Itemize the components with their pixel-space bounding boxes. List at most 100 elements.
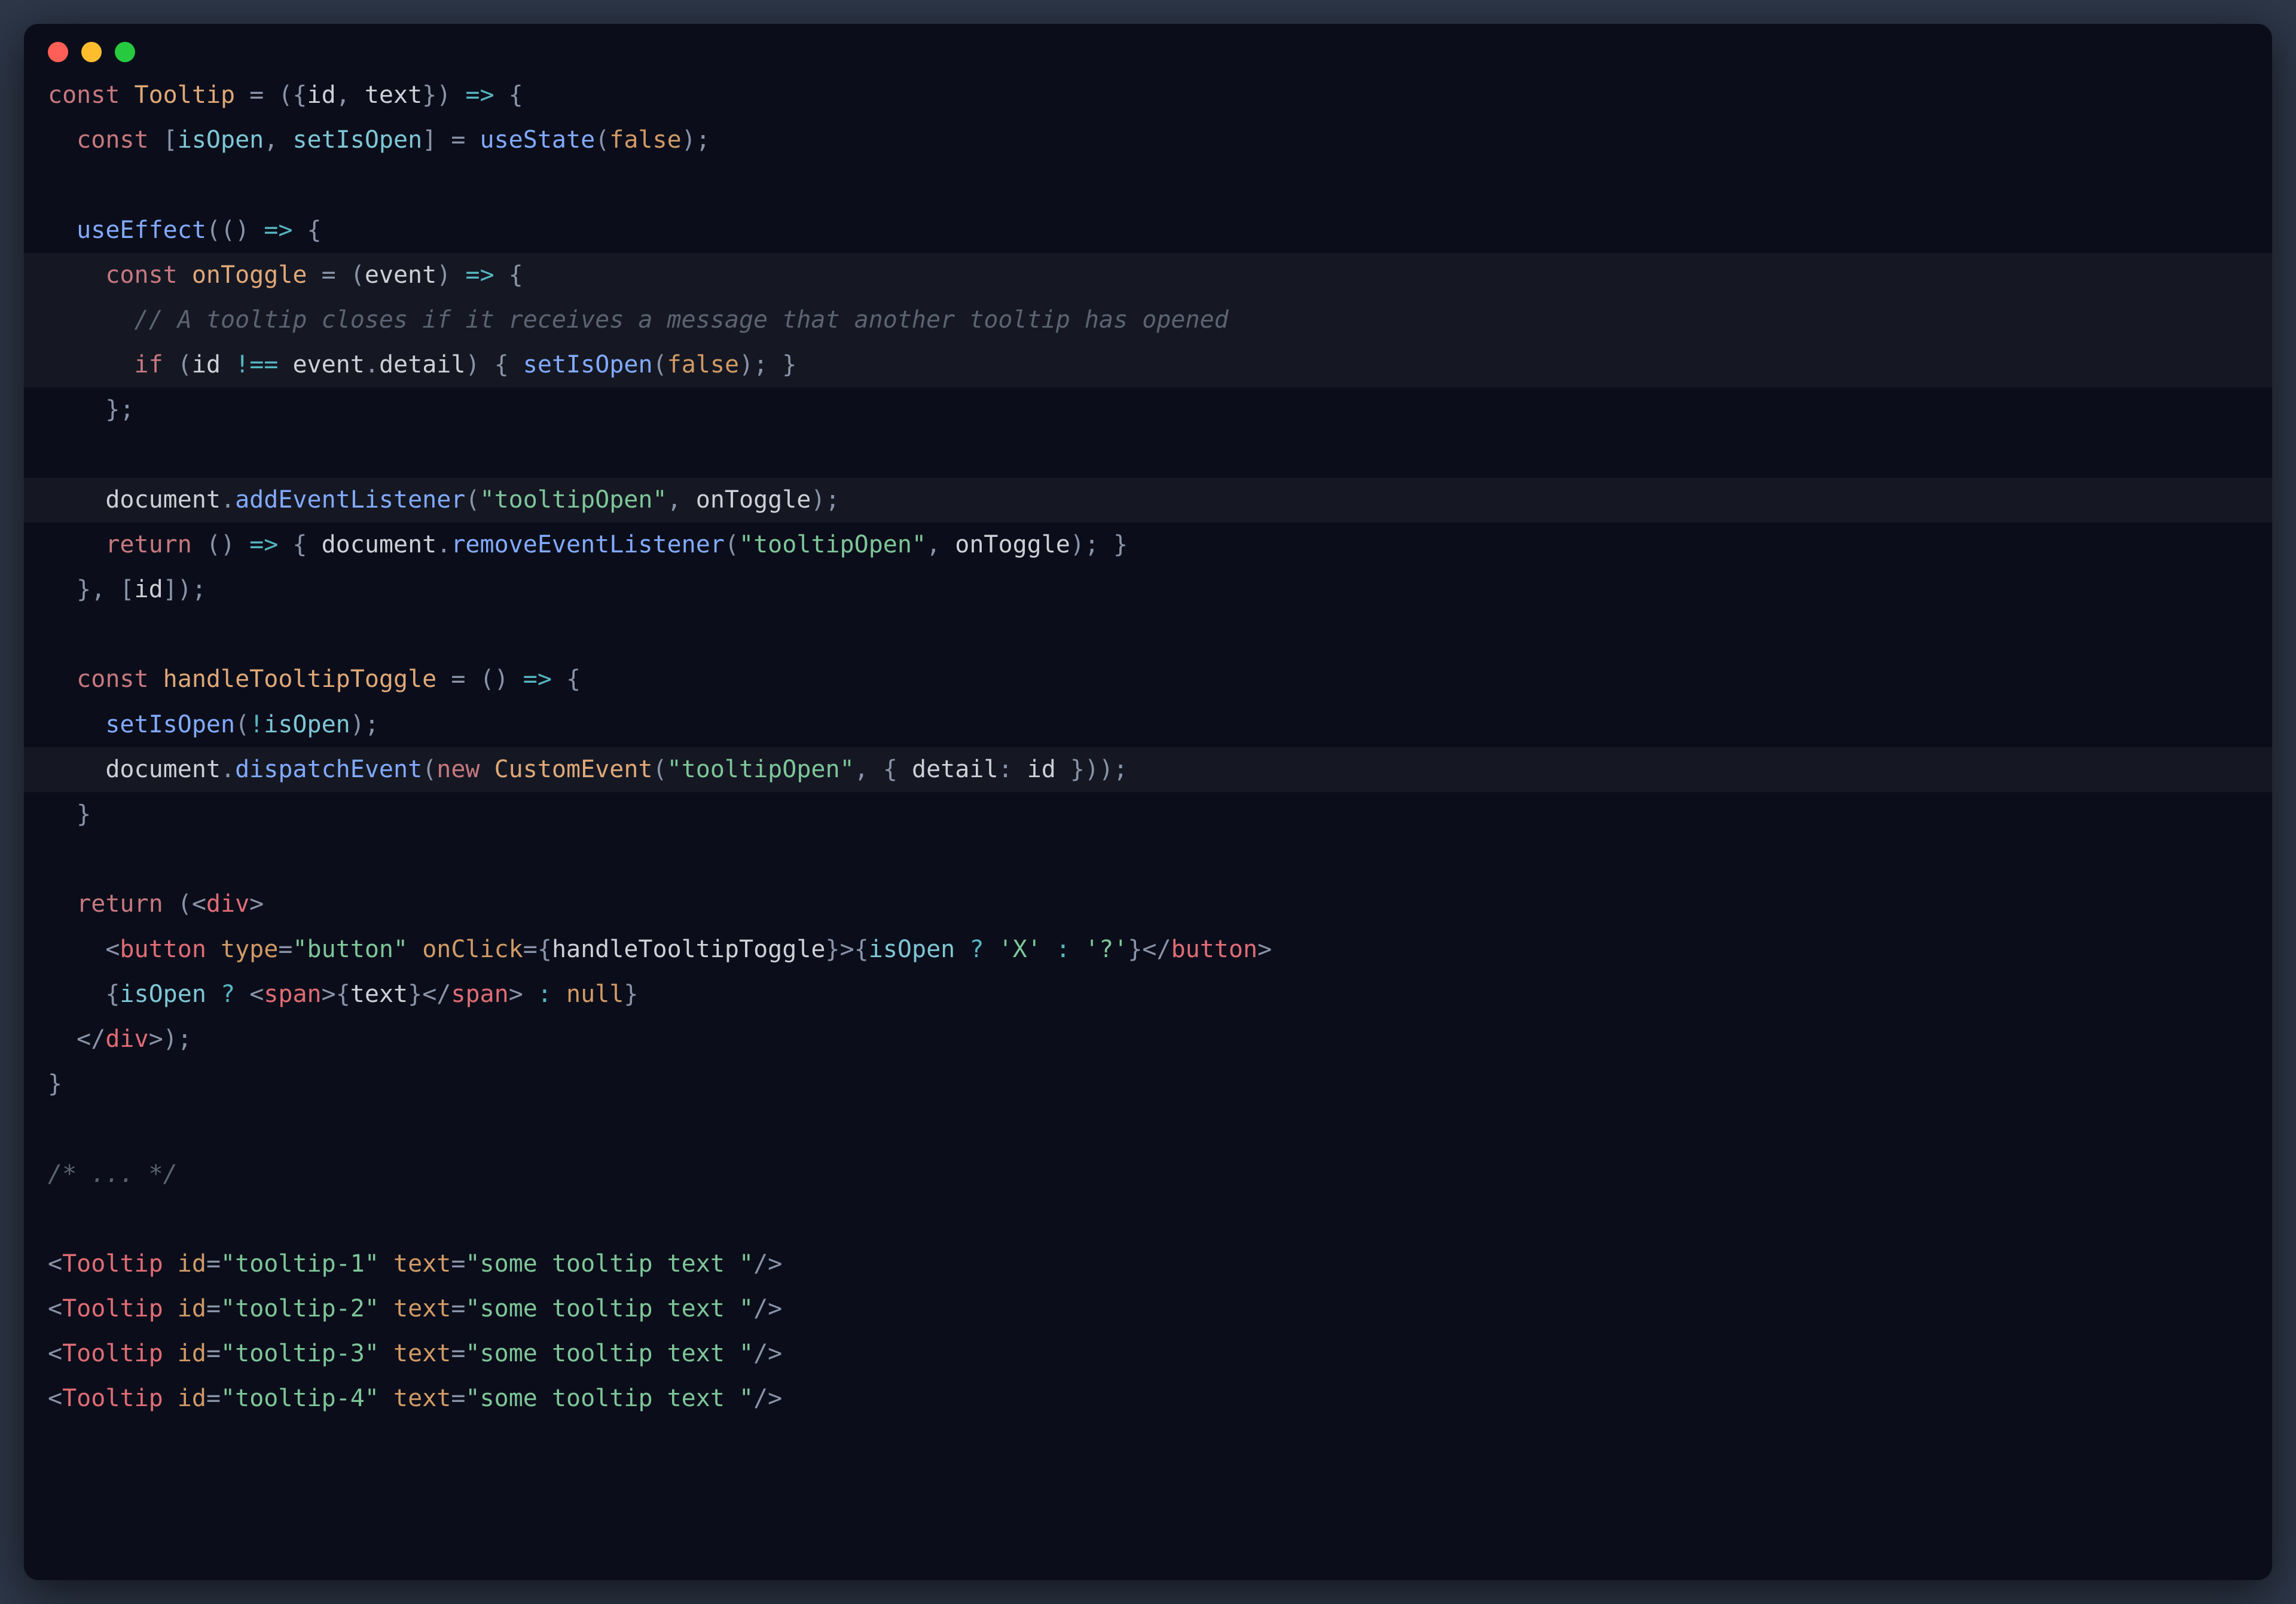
code-token	[206, 980, 221, 1008]
code-line: <button type="button" onClick={handleToo…	[24, 927, 2272, 972]
code-token: return	[77, 890, 178, 918]
code-token: <	[48, 1385, 62, 1412]
code-token: document	[322, 531, 437, 558]
code-token: text	[350, 980, 408, 1008]
code-token	[48, 711, 105, 738]
code-token: >	[249, 890, 264, 918]
code-token: )	[436, 261, 465, 289]
code-line: // A tooltip closes if it receives a mes…	[24, 298, 2272, 343]
code-token: </	[48, 1025, 105, 1053]
code-token: }	[48, 801, 91, 828]
code-token: , {	[854, 756, 912, 783]
code-token: text	[393, 1340, 451, 1367]
code-token: setIsOpen	[523, 351, 653, 378]
code-token	[48, 665, 77, 693]
code-line	[24, 612, 2272, 657]
code-token: onToggle	[192, 261, 307, 289]
code-token	[48, 126, 77, 154]
code-line	[24, 433, 2272, 478]
code-token: Tooltip	[135, 81, 236, 109]
code-token: ?	[969, 936, 984, 963]
code-token: onToggle	[955, 531, 1070, 558]
code-token: >);	[149, 1025, 192, 1053]
code-token: />	[753, 1295, 782, 1322]
code-token: Tooltip	[62, 1340, 163, 1367]
code-token: :	[1056, 936, 1070, 963]
zoom-icon[interactable]	[115, 42, 135, 62]
code-line: useEffect(() => {	[24, 208, 2272, 253]
code-window: const Tooltip = ({id, text}) => { const …	[24, 24, 2272, 1580]
code-token: ?	[221, 980, 235, 1008]
code-token	[552, 980, 566, 1008]
code-token: CustomEvent	[494, 756, 653, 783]
code-token: onClick	[422, 936, 523, 963]
code-token	[163, 1340, 178, 1367]
code-token: id	[192, 351, 221, 378]
close-icon[interactable]	[48, 42, 68, 62]
code-token: id	[178, 1385, 206, 1412]
code-line	[24, 837, 2272, 882]
code-token: =	[206, 1295, 221, 1322]
code-token: :	[998, 756, 1027, 783]
code-token: detail	[912, 756, 999, 783]
code-token: null	[566, 980, 624, 1008]
code-token: 'X'	[999, 936, 1042, 963]
code-token: '?'	[1085, 936, 1128, 963]
code-token: .	[436, 531, 451, 558]
code-token: "tooltip-3"	[221, 1340, 379, 1367]
code-token: />	[753, 1250, 782, 1278]
code-line: </div>);	[24, 1017, 2272, 1062]
code-token: {	[494, 81, 523, 109]
code-token: }</	[1128, 936, 1171, 963]
code-token: "some tooltip text "	[465, 1295, 753, 1322]
code-token: }));	[1056, 756, 1128, 783]
code-token: })	[422, 81, 465, 109]
code-token: isOpen	[869, 936, 955, 963]
code-token: .	[221, 486, 235, 514]
code-token: setIsOpen	[292, 126, 422, 154]
code-line: /* ... */	[24, 1152, 2272, 1197]
code-token	[163, 1250, 178, 1278]
code-token: isOpen	[178, 126, 264, 154]
code-token: if	[135, 351, 178, 378]
code-token: const	[77, 665, 163, 693]
code-token: (()	[206, 216, 264, 244]
code-line: return (<div>	[24, 882, 2272, 927]
code-line: }	[24, 1062, 2272, 1107]
code-token: "some tooltip text "	[465, 1385, 753, 1412]
minimize-icon[interactable]	[81, 42, 102, 62]
code-token: <	[48, 1295, 62, 1322]
code-token: >{	[322, 980, 350, 1008]
code-token: {	[292, 216, 321, 244]
code-token	[278, 351, 292, 378]
code-token: = ({	[235, 81, 307, 109]
code-line: <Tooltip id="tooltip-4" text="some toolt…	[24, 1376, 2272, 1421]
code-token: }	[48, 1070, 62, 1098]
code-line	[24, 1197, 2272, 1242]
code-token	[48, 756, 105, 783]
code-token: detail	[379, 351, 466, 378]
code-token: =	[206, 1385, 221, 1412]
code-token: div	[206, 890, 249, 918]
code-token: :	[538, 980, 552, 1008]
code-token: ]);	[163, 576, 206, 603]
code-token: = (	[307, 261, 364, 289]
code-line: }	[24, 792, 2272, 837]
code-token: ,	[926, 531, 955, 558]
code-line: const Tooltip = ({id, text}) => {	[24, 73, 2272, 118]
code-token: ) {	[465, 351, 523, 378]
code-token: />	[753, 1385, 782, 1412]
code-token: event	[292, 351, 364, 378]
code-token: <	[48, 1340, 62, 1367]
code-token: text	[393, 1385, 451, 1412]
code-token: dispatchEvent	[235, 756, 422, 783]
code-token: document	[105, 486, 221, 514]
code-token: new	[436, 756, 494, 783]
code-token: handleTooltipToggle	[163, 665, 437, 693]
code-token: (	[725, 531, 739, 558]
code-token	[379, 1295, 393, 1322]
code-editor[interactable]: const Tooltip = ({id, text}) => { const …	[24, 73, 2272, 1422]
code-token: "tooltipOpen"	[739, 531, 926, 558]
code-line	[24, 1107, 2272, 1151]
window-titlebar	[24, 42, 2272, 73]
